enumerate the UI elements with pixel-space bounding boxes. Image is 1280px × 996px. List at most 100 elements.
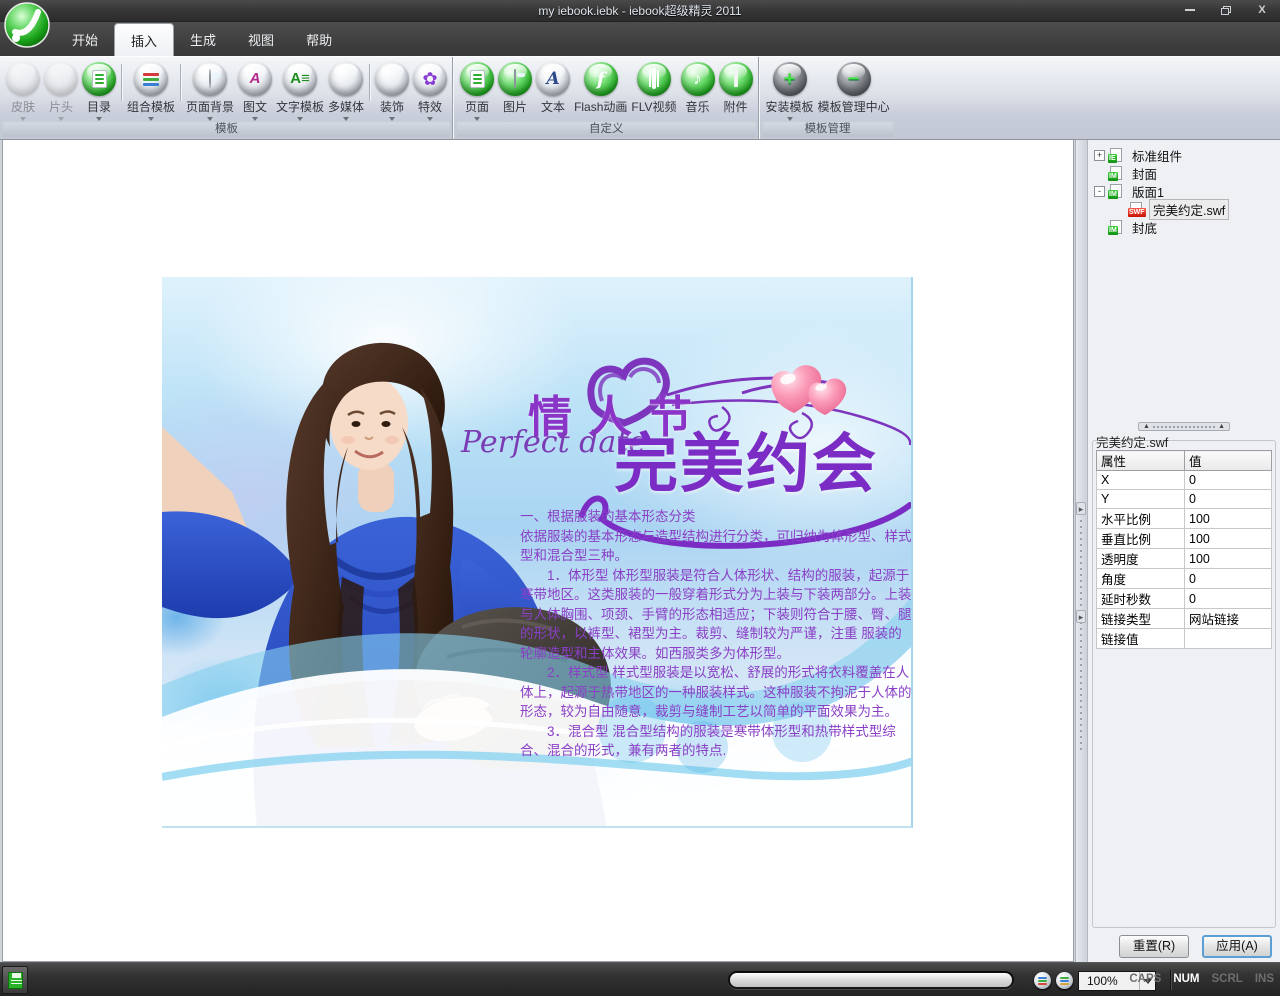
tab-4[interactable]: 视图 [232,23,290,56]
im-file-icon: IM [1108,166,1125,181]
properties-title: 完美约定.swf [1096,432,1168,451]
editor-canvas[interactable]: 情人节 Perfect date 完美约会 一、根据服装的基本形态分类依据服装的… [2,140,1074,962]
menu-tab-bar: 开始插入生成视图帮助 [0,22,1280,56]
swf-file-icon: SWF [1128,202,1145,217]
picture-button[interactable]: 图片 [496,60,534,126]
intro-sphere-icon [44,62,78,96]
effects-sphere-icon: ✿ [413,62,447,96]
indicator-caps: CAPS [1129,973,1161,985]
design-paragraph: 1．体形型 体形型服装是符合人体形状、结构的服装，起源于寒带地区。这类服装的一般… [520,566,913,664]
property-value[interactable]: 0 [1185,471,1272,490]
splitter-arrow-icon[interactable]: ▸ [1076,610,1086,623]
effects-button[interactable]: ✿特效 [411,60,449,126]
flash-button[interactable]: fFlash动画 [572,60,629,126]
tree-expander[interactable]: - [1094,186,1105,197]
property-header-value: 值 [1185,451,1272,471]
music-sphere-icon: ♪ [681,62,715,96]
property-value[interactable]: 0 [1185,569,1272,589]
design-body-text: 一、根据服装的基本形态分类依据服装的基本形态与造型结构进行分类，可归纳为体形型、… [520,507,913,761]
flv-video-button[interactable]: FLV视频 [629,60,678,126]
fit-page-button[interactable] [1034,972,1051,989]
splitter-up-icon: ▲ [1218,423,1225,430]
save-button[interactable] [2,966,28,994]
property-name: 链接值 [1097,629,1185,649]
combo-template-button[interactable]: 组合模板 [125,60,177,126]
title-bar: my iebook.iebk - iebook超级精灵 2011 X [0,0,1280,22]
tree-item[interactable]: IM封底 [1094,218,1278,236]
tab-3[interactable]: 生成 [174,23,232,56]
property-name: 垂直比例 [1097,529,1185,549]
multimedia-button[interactable]: 多媒体 [326,60,366,126]
multimedia-sphere-icon [329,62,363,96]
ie-file-icon: IE [1108,148,1125,163]
property-name: 水平比例 [1097,509,1185,529]
page-design-preview[interactable]: 情人节 Perfect date 完美约会 一、根据服装的基本形态分类依据服装的… [162,277,913,828]
fit-width-button[interactable] [1056,972,1073,989]
tree-expander[interactable]: + [1094,150,1105,161]
application-window: my iebook.iebk - iebook超级精灵 2011 X 开始插入生… [0,0,1280,996]
page-button[interactable]: 页面 [458,60,496,126]
property-value[interactable]: 0 [1185,490,1272,509]
toc-button[interactable]: 目录 [80,60,118,126]
splitter-arrow-icon[interactable]: ▸ [1076,502,1086,515]
property-row: 水平比例100 [1097,509,1272,529]
fit-width-icon [1060,977,1069,985]
panel-splitter[interactable]: ▸ ▸ [1075,140,1086,962]
tab-5[interactable]: 帮助 [290,23,348,56]
skin-sphere-icon [6,62,40,96]
property-name: 链接类型 [1097,609,1185,629]
tree-item[interactable]: SWF完美约定.swf [1094,200,1278,218]
text-template-button[interactable]: A≡文字模板 [274,60,326,126]
close-button[interactable]: X [1252,2,1272,18]
page-background-sphere-icon [193,62,227,96]
indicator-scrl: SCRL [1212,973,1243,985]
keyboard-indicators: CAPSNUMSCRLINS [1129,973,1274,985]
scrollbar-thumb[interactable] [730,973,1012,987]
music-button[interactable]: ♪音乐 [679,60,717,126]
design-paragraph: 一、根据服装的基本形态分类 [520,507,913,527]
tab-2[interactable]: 插入 [114,23,174,56]
tree-item[interactable]: +IE标准组件 [1094,146,1278,164]
page-sphere-icon [460,62,494,96]
decoration-button[interactable]: 装饰 [373,60,411,126]
property-name: X [1097,471,1185,490]
template-center-button[interactable]: −模板管理中心 [816,60,892,126]
combo-template-sphere-icon [134,62,168,96]
tree-item[interactable]: IM封面 [1094,164,1278,182]
property-value[interactable]: 100 [1185,549,1272,569]
restore-button[interactable] [1216,2,1236,18]
reset-button[interactable]: 重置(R) [1119,935,1189,958]
ribbon-group-2: 页面图片A文本fFlash动画FLV视频♪音乐附件自定义 [453,57,758,139]
property-row: 角度0 [1097,569,1272,589]
properties-splitter[interactable]: ▲ ▲ [1138,422,1230,431]
text-button[interactable]: A文本 [534,60,572,126]
property-row: 链接类型网站链接 [1097,609,1272,629]
property-value[interactable]: 100 [1185,529,1272,549]
right-panel: +IE标准组件IM封面-IM版面1SWF完美约定.swfIM封底 ▲ ▲ 完美约… [1087,140,1280,962]
design-paragraph: 依据服装的基本形态与造型结构进行分类，可归纳为体形型、样式型和混合型三种。 [520,527,913,566]
image-text-button[interactable]: A图文 [236,60,274,126]
property-value[interactable]: 0 [1185,589,1272,609]
text-template-sphere-icon: A≡ [283,62,317,96]
app-logo-icon[interactable] [3,1,51,49]
flash-sphere-icon: f [584,62,618,96]
property-value[interactable] [1185,629,1272,649]
status-bar: 100% CAPSNUMSCRLINS [0,962,1280,996]
minimize-button[interactable] [1180,2,1200,18]
ribbon-group-3: +安装模板−模板管理中心模板管理 [759,57,896,139]
tab-1[interactable]: 开始 [56,23,114,56]
horizontal-scrollbar[interactable] [728,971,1014,989]
main-area: 情人节 Perfect date 完美约会 一、根据服装的基本形态分类依据服装的… [0,140,1280,962]
attachment-button[interactable]: 附件 [717,60,755,126]
page-background-button[interactable]: 页面背景 [184,60,236,126]
property-name: 角度 [1097,569,1185,589]
property-value[interactable]: 100 [1185,509,1272,529]
intro-button: 片头 [42,60,80,126]
install-template-button[interactable]: +安装模板 [764,60,816,126]
fit-page-icon [1038,977,1047,985]
apply-button[interactable]: 应用(A) [1202,935,1272,958]
tree-item[interactable]: -IM版面1 [1094,182,1278,200]
design-title-main: 完美约会 [614,413,878,505]
property-value[interactable]: 网站链接 [1185,609,1272,629]
design-paragraph: 2．样式型 样式型服装是以宽松、舒展的形式将衣料覆盖在人体上，起源于热带地区的一… [520,663,913,722]
